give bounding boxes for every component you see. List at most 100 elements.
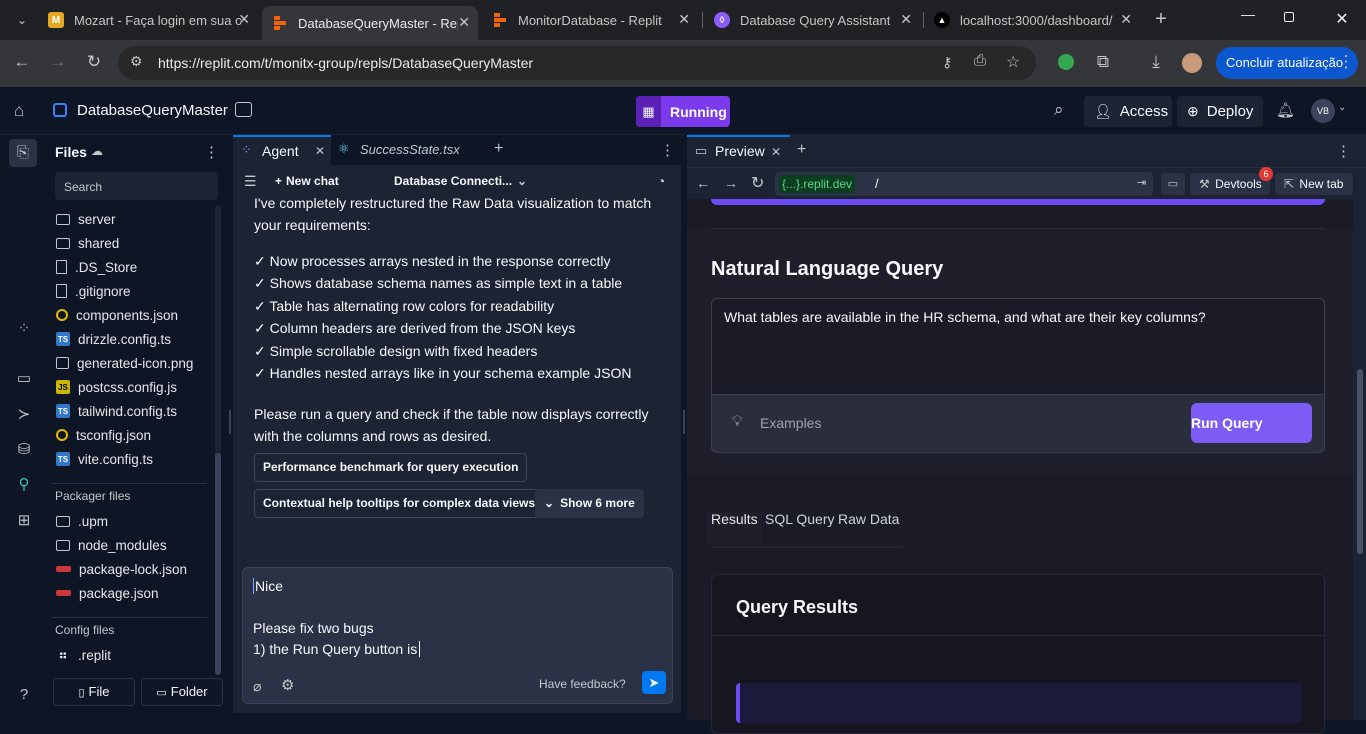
tab-preview[interactable]: ▭ Preview ✕ (687, 135, 790, 167)
file-item[interactable]: .gitignore (56, 280, 131, 302)
file-item[interactable]: shared (56, 232, 119, 254)
file-item[interactable]: TS tailwind.config.ts (56, 400, 177, 422)
close-window-icon[interactable]: ✕ (1330, 9, 1354, 29)
database-icon[interactable]: ⛁ (14, 440, 34, 458)
close-tab-icon[interactable]: ✕ (315, 144, 325, 158)
devtools-button[interactable]: ⚒ Devtools 6 (1190, 167, 1273, 195)
files-icon[interactable]: ⎘ (13, 144, 33, 161)
chevron-down-icon[interactable]: ⌄ (1338, 102, 1346, 113)
tab-successstate-file[interactable]: ⚛ SuccessState.tsx (332, 135, 482, 165)
password-key-icon[interactable]: ⚷ (942, 54, 952, 71)
nl-query-textarea[interactable]: What tables are available in the HR sche… (711, 298, 1325, 395)
site-info-icon[interactable]: ⚙ (130, 53, 143, 70)
preview-scroll-thumb[interactable] (1357, 369, 1363, 554)
attach-paperclip-icon[interactable]: ⌀ (253, 678, 261, 695)
more-menu-icon[interactable]: ⋮ (1334, 52, 1358, 72)
close-tab-icon[interactable]: ✕ (238, 11, 250, 28)
result-tab[interactable]: Results (707, 511, 762, 545)
browser-tab-mozart[interactable]: M Mozart - Faça login em sua c ✕ (40, 6, 258, 34)
browser-tab-database-query-assistant[interactable]: ◊ Database Query Assistant ✕ (706, 6, 920, 34)
send-button[interactable]: ➤ (642, 671, 666, 694)
files-scrollbar[interactable] (215, 205, 221, 675)
back-arrow-icon[interactable]: ← (10, 52, 34, 72)
reload-icon[interactable]: ↻ (82, 52, 106, 72)
panel-resize-handle[interactable] (683, 410, 685, 434)
close-tab-icon[interactable]: ✕ (1120, 11, 1132, 28)
file-item[interactable]: package-lock.json (56, 558, 187, 580)
files-more-icon[interactable]: ⋮ (204, 143, 219, 161)
close-tab-icon[interactable]: ✕ (771, 145, 781, 159)
panel-resize-handle[interactable] (229, 410, 231, 434)
file-item[interactable]: package.json (56, 582, 159, 604)
close-tab-icon[interactable]: ✕ (678, 11, 690, 28)
agent-panel-more-icon[interactable]: ⋮ (660, 141, 675, 159)
close-tab-icon[interactable]: ✕ (458, 14, 470, 31)
device-toggle-icon[interactable]: ▭ (1161, 173, 1185, 195)
tab-search-button[interactable]: ⌄ (8, 8, 36, 32)
agent-icon[interactable]: ⁘ (14, 319, 34, 337)
run-status-button[interactable]: ▦ Running (636, 96, 730, 127)
home-icon[interactable]: ⌂ (14, 101, 24, 121)
chat-selector[interactable]: Database Connecti... ⌄ (394, 174, 527, 188)
lightbulb-icon[interactable]: 💡︎ (732, 413, 743, 430)
tab-agent[interactable]: ⁘ Agent ✕ (233, 135, 331, 165)
file-item[interactable]: tsconfig.json (56, 424, 151, 446)
settings-gear-icon[interactable]: ⚙ (281, 676, 294, 694)
bookmark-star-icon[interactable]: ☆ (1006, 52, 1020, 72)
new-tab-plus-icon[interactable]: + (1150, 8, 1172, 31)
open-new-tab-button[interactable]: ⇱ New tab (1275, 173, 1353, 195)
search-icon[interactable]: ⌕ (1054, 100, 1064, 120)
file-item-replit[interactable]: ⠶ .replit (56, 644, 111, 666)
restore-window-icon[interactable] (1284, 12, 1294, 22)
avatar[interactable]: VB (1311, 99, 1335, 123)
git-icon[interactable]: ⚲ (14, 475, 34, 493)
project-menu-icon[interactable] (235, 102, 252, 117)
chat-history-icon[interactable]: ☰ (244, 173, 257, 190)
new-tab-plus-icon[interactable]: + (494, 140, 503, 158)
file-item[interactable]: .upm (56, 510, 108, 532)
file-item[interactable]: .DS_Store (56, 256, 137, 278)
profile-avatar[interactable] (1182, 53, 1202, 73)
files-search-input[interactable]: Search (55, 172, 218, 200)
file-item[interactable]: TS drizzle.config.ts (56, 328, 171, 350)
shell-icon[interactable]: ≻ (14, 405, 34, 423)
webview-icon[interactable]: ▭ (14, 369, 34, 387)
file-item[interactable]: node_modules (56, 534, 167, 556)
preview-scrollbar[interactable] (1353, 199, 1366, 720)
file-item[interactable]: components.json (56, 304, 178, 326)
suggestion-chip[interactable]: Performance benchmark for query executio… (254, 453, 528, 482)
new-chat-button[interactable]: + New chat (275, 174, 339, 188)
result-tab[interactable]: SQL Query (765, 511, 835, 527)
files-scroll-thumb[interactable] (215, 453, 221, 675)
all-tools-icon[interactable]: ⊞ (14, 511, 34, 529)
file-item[interactable]: server (56, 208, 116, 230)
browser-tab-databasequerymaster[interactable]: DatabaseQueryMaster - Repl ✕ (262, 6, 478, 40)
close-tab-icon[interactable]: ✕ (900, 11, 912, 28)
forward-arrow-icon[interactable]: → (46, 52, 70, 72)
browser-tab-monitordatabase[interactable]: MonitorDatabase - Replit ✕ (484, 6, 698, 34)
file-item[interactable]: JS postcss.config.js (56, 376, 177, 398)
back-arrow-icon[interactable]: ← (696, 175, 710, 191)
notifications-bell-icon[interactable]: 🔔︎ (1276, 101, 1295, 119)
forward-arrow-icon[interactable]: → (724, 175, 738, 191)
run-query-button[interactable]: Run Query (1191, 403, 1312, 443)
new-tab-plus-icon[interactable]: + (797, 141, 806, 159)
address-bar[interactable]: ⚙ https://replit.com/t/monitx-group/repl… (118, 46, 1036, 80)
file-item[interactable]: TS vite.config.ts (56, 448, 153, 470)
file-item[interactable]: generated-icon.png (56, 352, 193, 374)
examples-button[interactable]: Examples (760, 415, 821, 431)
help-icon[interactable]: ? (14, 686, 34, 703)
minimize-window-icon[interactable]: — (1236, 6, 1260, 22)
preview-more-icon[interactable]: ⋮ (1336, 142, 1351, 160)
show-more-suggestions-button[interactable]: ⌄ Show 6 more (535, 489, 644, 518)
deploy-button[interactable]: ⊕ Deploy (1177, 96, 1263, 127)
browser-tab-localhost[interactable]: ▲ localhost:3000/dashboard/ ✕ (926, 6, 1140, 34)
open-url-arrow-icon[interactable]: ⇥ (1137, 176, 1146, 189)
suggestion-chip[interactable]: Contextual help tooltips for complex dat… (254, 489, 545, 518)
feedback-link[interactable]: Have feedback? (539, 677, 626, 691)
project-name[interactable]: DatabaseQueryMaster (77, 102, 228, 119)
downloads-icon[interactable]: ⤓ (1144, 52, 1168, 72)
extensions-puzzle-icon[interactable]: ⧉ (1091, 52, 1115, 72)
new-file-button[interactable]: ▯ File (53, 678, 135, 706)
extension-green-icon[interactable] (1058, 54, 1074, 70)
